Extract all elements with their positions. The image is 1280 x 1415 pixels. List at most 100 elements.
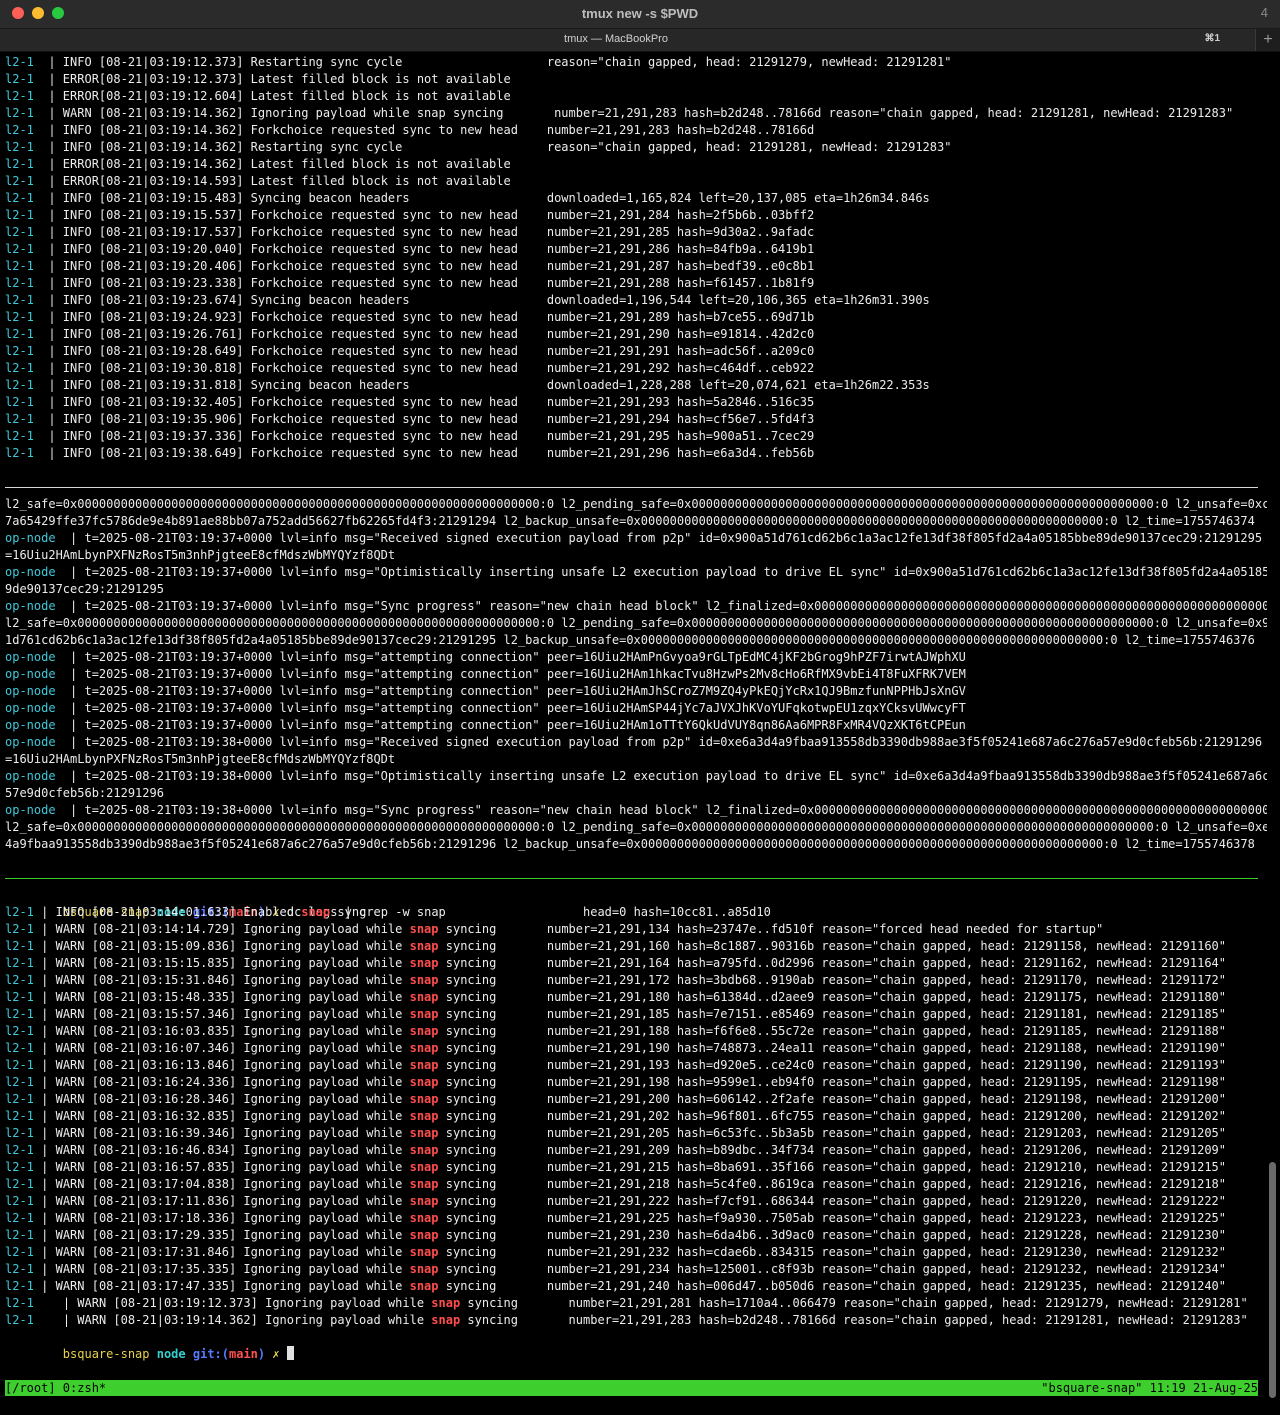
service-label: l2-1 [5,1143,34,1157]
terminal-window: tmux new -s $PWD 4 tmux — MacBookPro ⌘1 … [0,0,1280,1415]
grep-result-line: l2-1 | WARN [08-21|03:15:09.836] Ignorin… [5,938,1226,955]
grep-result-line: l2-1 | INFO [08-21|03:14:01.633] Enabled… [5,904,771,921]
service-label: l2-1 [5,1058,34,1072]
service-label: l2-1 [5,259,34,273]
scrollbar-thumb[interactable] [1269,1162,1276,1398]
grep-result-line: l2-1 | WARN [08-21|03:15:15.835] Ignorin… [5,955,1226,972]
log-text: | WARN [08-21|03:17:11.836] Ignoring pay… [41,1194,410,1208]
service-label: l2-1 [5,905,34,919]
log-text: syncing number=21,291,240 hash=006d47..b… [438,1279,1226,1293]
log-text: | WARN [08-21|03:16:39.346] Ignoring pay… [41,1126,410,1140]
log-text: | INFO [08-21|03:19:12.373] Restarting s… [48,55,952,69]
service-label: op-node [5,735,56,749]
service-label: l2-1 [5,225,34,239]
service-label: op-node [5,769,56,783]
terminal-content[interactable]: l2-1 | INFO [08-21|03:19:12.373] Restart… [5,54,1267,1374]
service-label: l2-1 [5,395,34,409]
tmux-status-bar: [/root] 0:zsh* "bsquare-snap" 11:19 21-A… [5,1380,1258,1396]
log-text: | WARN [08-21|03:15:15.835] Ignoring pay… [41,956,410,970]
service-label: l2-1 [5,956,34,970]
pane-divider[interactable] [5,487,1258,488]
log-text: sync head=0 hash=10cc81..a85d10 [330,905,771,919]
grep-result-line: l2-1 | WARN [08-21|03:17:04.838] Ignorin… [5,1176,1226,1193]
log-text: | INFO [08-21|03:19:23.338] Forkchoice r… [48,276,815,290]
grep-result-line: l2-1 | WARN [08-21|03:15:48.335] Ignorin… [5,989,1226,1006]
match-highlight: snap [409,1279,439,1293]
match-highlight: snap [431,1313,461,1327]
log-text: syncing number=21,291,190 hash=748873..2… [438,1041,1226,1055]
grep-result-line: l2-1 | WARN [08-21|03:17:47.335] Ignorin… [5,1278,1226,1295]
service-label: l2-1 [5,293,34,307]
service-label: l2-1 [5,1160,34,1174]
match-highlight: snap [409,1109,439,1123]
log-text: | INFO [08-21|03:19:24.923] Forkchoice r… [48,310,815,324]
log-line: l2-1 | INFO [08-21|03:19:30.818] Forkcho… [5,360,814,377]
match-highlight: snap [409,1245,439,1259]
log-text: | t=2025-08-21T03:19:37+0000 lvl=info ms… [55,650,966,664]
log-line: l2_safe=0x000000000000000000000000000000… [5,819,1267,836]
grep-result-line: l2-1 | WARN [08-21|03:16:07.346] Ignorin… [5,1040,1226,1057]
log-text: | INFO [08-21|03:19:17.537] Forkchoice r… [48,225,815,239]
log-line: l2-1 | INFO [08-21|03:19:24.923] Forkcho… [5,309,814,326]
log-line: op-node | t=2025-08-21T03:19:37+0000 lvl… [5,564,1267,581]
log-text: 9de90137cec29:21291295 [5,582,164,596]
log-text: | INFO [08-21|03:19:37.336] Forkchoice r… [48,429,815,443]
status-host-time: "bsquare-snap" 11:19 21-Aug-25 [1041,1381,1258,1395]
match-highlight: snap [409,1194,439,1208]
log-text: | INFO [08-21|03:19:23.674] Syncing beac… [48,293,930,307]
service-label: l2-1 [5,1041,34,1055]
service-label: l2-1 [5,191,34,205]
log-text: | INFO [08-21|03:19:20.040] Forkchoice r… [48,242,815,256]
log-text: | INFO [08-21|03:19:26.761] Forkchoice r… [48,327,815,341]
log-line: =16Uiu2HAmLbynPXFNzRosT5m3nhPjgteeE8cfMd… [5,751,395,768]
service-label: l2-1 [5,344,34,358]
service-label: l2-1 [5,973,34,987]
status-session[interactable]: [/root] 0:zsh* [5,1380,106,1396]
log-line: op-node | t=2025-08-21T03:19:37+0000 lvl… [5,717,966,734]
service-label: l2-1 [5,123,34,137]
text-cursor [286,1346,294,1360]
service-label: l2-1 [5,157,34,171]
log-text: syncing number=21,291,225 hash=f9a930..7… [438,1211,1226,1225]
grep-result-line: l2-1 | WARN [08-21|03:19:12.373] Ignorin… [5,1295,1248,1312]
match-highlight: snap [409,1126,439,1140]
match-highlight: snap [409,1177,439,1191]
service-label: l2-1 [5,1075,34,1089]
log-line: l2-1 | INFO [08-21|03:19:35.906] Forkcho… [5,411,814,428]
match-highlight: snap [301,905,331,919]
log-text: | t=2025-08-21T03:19:37+0000 lvl=info ms… [55,565,1267,579]
match-highlight: snap [409,1058,439,1072]
service-label: l2-1 [5,208,34,222]
log-text: syncing number=21,291,205 hash=6c53fc..5… [438,1126,1226,1140]
service-label: l2-1 [5,276,34,290]
service-label: l2-1 [5,412,34,426]
log-text: | t=2025-08-21T03:19:38+0000 lvl=info ms… [55,803,1267,817]
service-label: op-node [5,667,56,681]
log-line: op-node | t=2025-08-21T03:19:37+0000 lvl… [5,683,966,700]
match-highlight: snap [409,1041,439,1055]
service-label: op-node [5,565,56,579]
service-label: op-node [5,531,56,545]
log-text: | INFO [08-21|03:19:14.362] Forkchoice r… [48,123,815,137]
log-text: 4a9fbaa913558db3390db988ae3f5f05241e687a… [5,837,1255,851]
log-text: l2_safe=0x000000000000000000000000000000… [5,820,1267,834]
pane-divider[interactable] [5,878,1258,879]
log-line: l2-1 | INFO [08-21|03:19:32.405] Forkcho… [5,394,814,411]
shell-prompt-current[interactable]: bsquare-snap node git:(main) ✗ [5,1329,294,1361]
log-text: syncing number=21,291,164 hash=a795fd..0… [438,956,1226,970]
log-text: syncing number=21,291,209 hash=b89dbc..3… [438,1143,1226,1157]
log-line: l2-1 | ERROR[08-21|03:19:14.362] Latest … [5,156,511,173]
log-text: | WARN [08-21|03:15:31.846] Ignoring pay… [41,973,410,987]
log-text: 57e9d0cfeb56b:21291296 [5,786,164,800]
service-label: l2-1 [5,1177,34,1191]
log-text: | WARN [08-21|03:17:47.335] Ignoring pay… [41,1279,410,1293]
new-tab-button[interactable]: + [1255,29,1280,51]
service-label: l2-1 [5,1092,34,1106]
log-text: 7a65429ffe37fc5786de9e4b891ae88bb07a752a… [5,514,1255,528]
log-text: | WARN [08-21|03:17:04.838] Ignoring pay… [41,1177,410,1191]
log-text: | t=2025-08-21T03:19:37+0000 lvl=info ms… [55,599,1267,613]
tab-active[interactable]: tmux — MacBookPro ⌘1 [0,29,1256,51]
log-line: op-node | t=2025-08-21T03:19:37+0000 lvl… [5,700,966,717]
grep-result-line: l2-1 | WARN [08-21|03:17:31.846] Ignorin… [5,1244,1226,1261]
grep-result-line: l2-1 | WARN [08-21|03:16:39.346] Ignorin… [5,1125,1226,1142]
